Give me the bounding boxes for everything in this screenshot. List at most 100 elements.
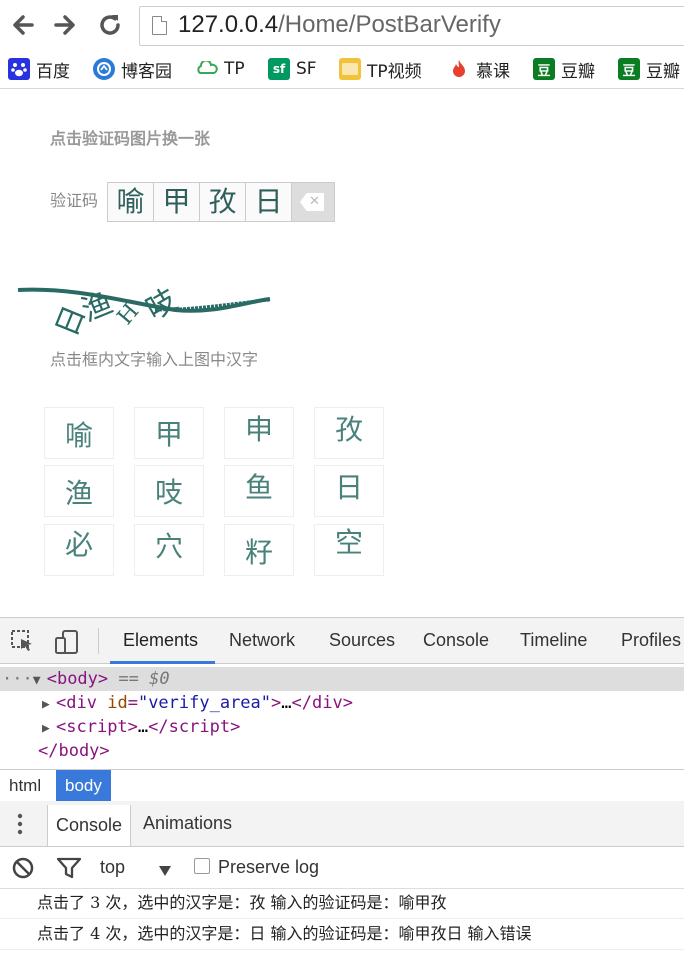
char-cell[interactable]: 渔 bbox=[44, 465, 114, 517]
bookmark-label: TP视频 bbox=[367, 61, 422, 82]
char-cell-text: 吱 bbox=[154, 476, 183, 509]
drawer-tab-animations[interactable]: Animations bbox=[135, 801, 240, 846]
reload-icon[interactable] bbox=[95, 10, 125, 40]
bookmark-label: TP bbox=[224, 59, 245, 79]
bookmark-tp[interactable]: TP bbox=[196, 56, 245, 82]
char-cell[interactable]: 孜 bbox=[314, 407, 384, 459]
bookmark-label: SF bbox=[296, 59, 317, 79]
char-cell[interactable]: 日 bbox=[314, 465, 384, 517]
entered-char: 甲 bbox=[154, 183, 200, 221]
char-cell[interactable]: 籽 bbox=[224, 524, 294, 576]
tag-text: div bbox=[66, 693, 97, 713]
char-cell[interactable]: 甲 bbox=[134, 407, 204, 459]
char-cell[interactable]: 空 bbox=[314, 524, 384, 576]
expand-triangle-icon[interactable]: ▶ bbox=[42, 693, 56, 717]
bookmark-label: 豆瓣 bbox=[646, 61, 680, 82]
char-cell-text: 孜 bbox=[334, 413, 363, 446]
attr-value: "verify_area" bbox=[137, 693, 272, 713]
char-cell-text: 空 bbox=[334, 526, 363, 559]
bookmark-tp-video[interactable]: TP视频 bbox=[339, 56, 422, 82]
forward-arrow-icon[interactable] bbox=[50, 10, 80, 40]
char-cell-text: 渔 bbox=[64, 477, 93, 510]
clear-console-icon[interactable] bbox=[11, 856, 35, 880]
folder-icon bbox=[339, 58, 361, 80]
char-cell-text: 必 bbox=[64, 528, 93, 561]
douban-icon: 豆 bbox=[533, 58, 555, 80]
char-cell-text: 鱼 bbox=[244, 471, 273, 504]
char-cell[interactable]: 喻 bbox=[44, 407, 114, 459]
tab-elements[interactable]: Elements bbox=[123, 630, 198, 651]
bookmark-cnblogs[interactable]: 博客园 bbox=[93, 56, 172, 82]
char-cell[interactable]: 申 bbox=[224, 407, 294, 459]
device-mode-icon[interactable] bbox=[54, 629, 80, 655]
elements-tree: ···▼ <body> == $0 ▶ <div id="verify_area">… bbox=[0, 663, 684, 768]
char-cell[interactable]: 穴 bbox=[134, 524, 204, 576]
blog-icon bbox=[93, 58, 115, 80]
drawer-tab-console[interactable]: Console bbox=[47, 805, 132, 846]
tab-profiles[interactable]: Profiles bbox=[621, 630, 681, 651]
captcha-image[interactable]: 日 渔 H 吱 bbox=[15, 262, 275, 342]
breadcrumb-body[interactable]: body bbox=[56, 770, 111, 801]
char-cell[interactable]: 吱 bbox=[134, 465, 204, 517]
bookmarks-bar: 百度 博客园 TP sf SF TP视频 慕课 豆 豆瓣 豆 豆瓣 bbox=[0, 50, 684, 89]
ellipsis: … bbox=[137, 717, 149, 737]
collapse-triangle-icon[interactable]: ▼ bbox=[33, 669, 47, 693]
dots-icon: ··· bbox=[2, 669, 33, 689]
dom-node-div[interactable]: ▶ <div id="verify_area">…</div> bbox=[0, 691, 684, 715]
back-arrow-icon[interactable] bbox=[8, 10, 38, 40]
kebab-menu-icon[interactable] bbox=[10, 811, 30, 837]
inspect-cursor-icon[interactable] bbox=[10, 629, 36, 655]
address-bar[interactable]: 127.0.0.4/Home/PostBarVerify bbox=[139, 6, 684, 46]
preserve-log-checkbox[interactable] bbox=[194, 858, 210, 874]
drawer-tab-bar: Console Animations bbox=[0, 801, 684, 847]
instruction-text: 点击框内文字输入上图中汉字 bbox=[50, 350, 259, 369]
context-select[interactable]: top bbox=[100, 857, 125, 878]
chevron-down-icon[interactable] bbox=[158, 861, 172, 882]
console-toolbar: top Preserve log bbox=[0, 847, 684, 889]
bookmark-imooc[interactable]: 慕课 bbox=[448, 56, 510, 82]
bookmark-douban[interactable]: 豆 豆瓣 bbox=[533, 56, 595, 82]
attr-name: id bbox=[107, 693, 128, 713]
entered-char: 喻 bbox=[108, 183, 154, 221]
char-cell-text: 申 bbox=[244, 413, 273, 446]
tab-console[interactable]: Console bbox=[423, 630, 489, 651]
tag-text: script bbox=[66, 717, 128, 737]
tag-text: div bbox=[312, 693, 343, 713]
bookmark-label: 豆瓣 bbox=[561, 61, 595, 82]
ellipsis: … bbox=[281, 693, 292, 713]
dom-node-body-close[interactable]: </body> bbox=[0, 739, 684, 763]
delete-button[interactable]: ✕ bbox=[292, 183, 334, 221]
char-cell-text: 籽 bbox=[244, 536, 273, 569]
page-icon bbox=[152, 16, 167, 35]
refresh-hint: 点击验证码图片换一张 bbox=[50, 129, 211, 148]
char-cell-text: 喻 bbox=[64, 419, 93, 452]
bookmark-baidu[interactable]: 百度 bbox=[8, 56, 70, 82]
backspace-icon: ✕ bbox=[300, 193, 324, 211]
filter-icon[interactable] bbox=[56, 856, 82, 880]
dom-node-body[interactable]: ···▼ <body> == $0 bbox=[0, 667, 684, 691]
char-cell[interactable]: 必 bbox=[44, 524, 114, 576]
dom-node-script[interactable]: ▶ <script>…</script> bbox=[0, 715, 684, 739]
douban-icon: 豆 bbox=[618, 58, 640, 80]
tab-network[interactable]: Network bbox=[229, 630, 295, 651]
char-cell-text: 甲 bbox=[154, 418, 183, 451]
tag-text: script bbox=[168, 717, 231, 737]
paw-icon bbox=[8, 58, 30, 80]
browser-toolbar: 127.0.0.4/Home/PostBarVerify bbox=[0, 0, 684, 50]
char-cell-text: 穴 bbox=[154, 530, 183, 563]
preserve-log-label: Preserve log bbox=[218, 857, 320, 877]
console-message: 点击了 3 次，选中的汉字是：孜 输入的验证码是：喻甲孜 bbox=[0, 888, 684, 919]
tab-timeline[interactable]: Timeline bbox=[520, 630, 587, 651]
flame-icon bbox=[448, 58, 470, 80]
url-text: 127.0.0.4/Home/PostBarVerify bbox=[178, 11, 501, 38]
tab-sources[interactable]: Sources bbox=[329, 630, 395, 651]
expand-triangle-icon[interactable]: ▶ bbox=[42, 717, 56, 741]
char-cell[interactable]: 鱼 bbox=[224, 465, 294, 517]
verify-code-display: 喻 甲 孜 日 ✕ bbox=[107, 182, 335, 222]
char-cell-text: 日 bbox=[334, 471, 363, 504]
bookmark-douban-2[interactable]: 豆 豆瓣 bbox=[618, 56, 680, 82]
tag-text: </body> bbox=[38, 741, 110, 761]
breadcrumb-html[interactable]: html bbox=[0, 770, 50, 801]
devtools-tab-bar: Elements Network Sources Console Timelin… bbox=[0, 617, 684, 664]
bookmark-sf[interactable]: sf SF bbox=[268, 56, 317, 82]
